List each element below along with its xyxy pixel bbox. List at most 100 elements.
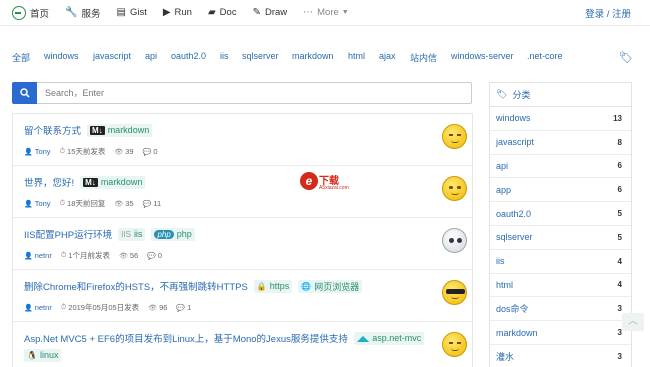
tag-bar: 全部 windows javascript api oauth2.0 iis s… (12, 51, 633, 65)
badge-label: markdown (100, 177, 143, 187)
post-meta: 👤 Tony ⏱ 15天前发表 👁 39 💬 0 (24, 146, 167, 157)
category-item-dos[interactable]: dos命令 3 (490, 297, 631, 322)
play-icon: ▶ (162, 7, 171, 18)
tag-windows[interactable]: windows (44, 51, 79, 61)
watermark-sub: A5xiazai.com (319, 185, 349, 191)
category-header: 🏷 分类 (490, 83, 631, 107)
php-icon: php (154, 229, 174, 239)
post-list: 留个联系方式 M↓ markdown 👤 Tony ⏱ 15天前发表 👁 39 💬 0 世… (12, 113, 473, 367)
nav-doc[interactable]: ▰ Doc (208, 7, 237, 18)
linux-icon: 🐧 (27, 350, 37, 360)
category-count: 5 (617, 232, 622, 242)
tag-windows-server[interactable]: windows-server (451, 51, 514, 61)
author-link[interactable]: Tony (35, 147, 51, 156)
category-item-api[interactable]: api 6 (490, 155, 631, 179)
category-item-app[interactable]: app 6 (490, 178, 631, 203)
file-icon: ▤ (116, 7, 126, 18)
category-count: 3 (617, 304, 622, 314)
dotnet-icon: ◢◣ (356, 333, 370, 343)
tag-all[interactable]: 全部 (12, 51, 30, 64)
view-count: 35 (125, 199, 134, 208)
tag-sqlserver[interactable]: sqlserver (242, 51, 279, 61)
tag-javascript[interactable]: javascript (93, 51, 131, 61)
post-meta: 👤 netnr ⏱ 2019年05月05日发表 👁 96 💬 1 (24, 302, 200, 313)
author-link[interactable]: netnr (35, 303, 52, 312)
category-item-javascript[interactable]: javascript 8 (490, 131, 631, 155)
category-count: 4 (617, 256, 622, 266)
login-register-link[interactable]: 登录 / 注册 (585, 6, 631, 20)
tag-badge[interactable]: IIS iis (118, 227, 146, 241)
category-item-oauth[interactable]: oauth2.0 5 (490, 202, 631, 226)
author-link[interactable]: netnr (35, 251, 52, 260)
list-item: 留个联系方式 M↓ markdown 👤 Tony ⏱ 15天前发表 👁 39 💬 0 (13, 114, 472, 166)
avatar[interactable] (442, 124, 467, 149)
post-time: 15天前发表 (67, 147, 106, 156)
nav-services[interactable]: 🔧 服务 (65, 6, 100, 20)
search-button[interactable] (12, 82, 37, 104)
category-item-sqlserver[interactable]: sqlserver 5 (490, 226, 631, 250)
avatar[interactable] (442, 280, 467, 305)
list-item: Asp.Net MVC5 + EF6的项目发布到Linux上，基于Mono的Je… (13, 322, 472, 367)
avatar[interactable] (442, 228, 467, 253)
nav-home[interactable]: 首页 (12, 5, 49, 20)
tag-badge[interactable]: M↓ markdown (87, 123, 153, 137)
category-count: 3 (617, 351, 622, 361)
tag-badge[interactable]: 🌐 网页浏览器 (298, 279, 363, 293)
tags-icon[interactable]: 🏷 (619, 51, 633, 64)
tag-net-core[interactable]: .net-core (527, 51, 563, 61)
category-title: 分类 (512, 90, 531, 100)
category-item-markdown[interactable]: markdown 3 (490, 321, 631, 345)
avatar[interactable] (442, 332, 467, 357)
post-title-link[interactable]: 留个联系方式 (24, 123, 81, 137)
nav-draw[interactable]: ✎ Draw (253, 7, 288, 18)
post-title-link[interactable]: 世界，您好! (24, 175, 74, 189)
search-icon (19, 88, 30, 98)
list-item: IIS配置PHP运行环境 IIS iis php php 👤 netnr ⏱ 1个月前发… (13, 218, 472, 270)
eye-icon: 👁 (148, 304, 158, 312)
badge-label: linux (39, 350, 59, 360)
back-to-top-button[interactable]: ︿ (622, 313, 644, 331)
post-title-link[interactable]: Asp.Net MVC5 + EF6的项目发布到Linux上，基于Mono的Je… (24, 331, 348, 345)
tag-ajax[interactable]: ajax (379, 51, 396, 61)
nav-gist[interactable]: ▤ Gist (116, 7, 146, 18)
post-time: 2019年05月05日发表 (68, 303, 140, 312)
author-link[interactable]: Tony (35, 199, 51, 208)
tag-badge[interactable]: 🔒 https (253, 279, 293, 293)
tag-api[interactable]: api (145, 51, 157, 61)
tag-badge[interactable]: M↓ markdown (80, 175, 146, 189)
clock-icon: ⏱ (59, 147, 66, 155)
search-input[interactable] (37, 82, 472, 104)
iis-icon: IIS (121, 229, 131, 239)
category-count: 8 (617, 137, 622, 147)
tag-html[interactable]: html (348, 51, 365, 61)
nav-run-label: Run (174, 7, 192, 18)
nav-more[interactable]: ⋯ More ▼ (303, 7, 349, 18)
avatar[interactable] (442, 176, 467, 201)
post-title-link[interactable]: IIS配置PHP运行环境 (24, 227, 112, 241)
badge-label: iis (133, 229, 143, 239)
nav-run[interactable]: ▶ Run (163, 7, 192, 18)
wrench-icon: 🔧 (65, 7, 78, 18)
category-count: 4 (617, 280, 622, 290)
badge-label: markdown (107, 125, 150, 135)
tag-iis[interactable]: iis (220, 51, 229, 61)
user-icon: 👤 (24, 200, 33, 208)
book-icon: ▰ (207, 7, 216, 18)
tag-markdown[interactable]: markdown (292, 51, 334, 61)
tag-badge[interactable]: ◢◣ asp.net-mvc (353, 331, 425, 345)
category-item-windows[interactable]: windows 13 (490, 107, 631, 131)
post-meta: 👤 netnr ⏱ 1个月前发表 👁 56 💬 0 (24, 250, 171, 261)
comment-icon: 💬 (142, 148, 152, 156)
category-item-water[interactable]: 灌水 3 (490, 345, 631, 367)
post-title-link[interactable]: 删除Chrome和Firefox的HSTS，不再强制跳转HTTPS (24, 279, 248, 293)
category-item-html[interactable]: html 4 (490, 274, 631, 298)
tag-site-message[interactable]: 站内信 (410, 51, 437, 64)
tag-badge[interactable]: 🐧 linux (24, 348, 62, 362)
tag-oauth[interactable]: oauth2.0 (171, 51, 206, 61)
tag-badge[interactable]: php php (151, 227, 195, 241)
brush-icon: ✎ (252, 7, 261, 18)
top-navbar: 首页 🔧 服务 ▤ Gist ▶ Run ▰ Doc ✎ Draw ⋯ More… (0, 0, 650, 26)
category-item-iis[interactable]: iis 4 (490, 250, 631, 274)
nav-gist-label: Gist (129, 7, 147, 18)
category-panel: 🏷 分类 windows 13 javascript 8 api 6 app 6 oau… (489, 82, 632, 367)
